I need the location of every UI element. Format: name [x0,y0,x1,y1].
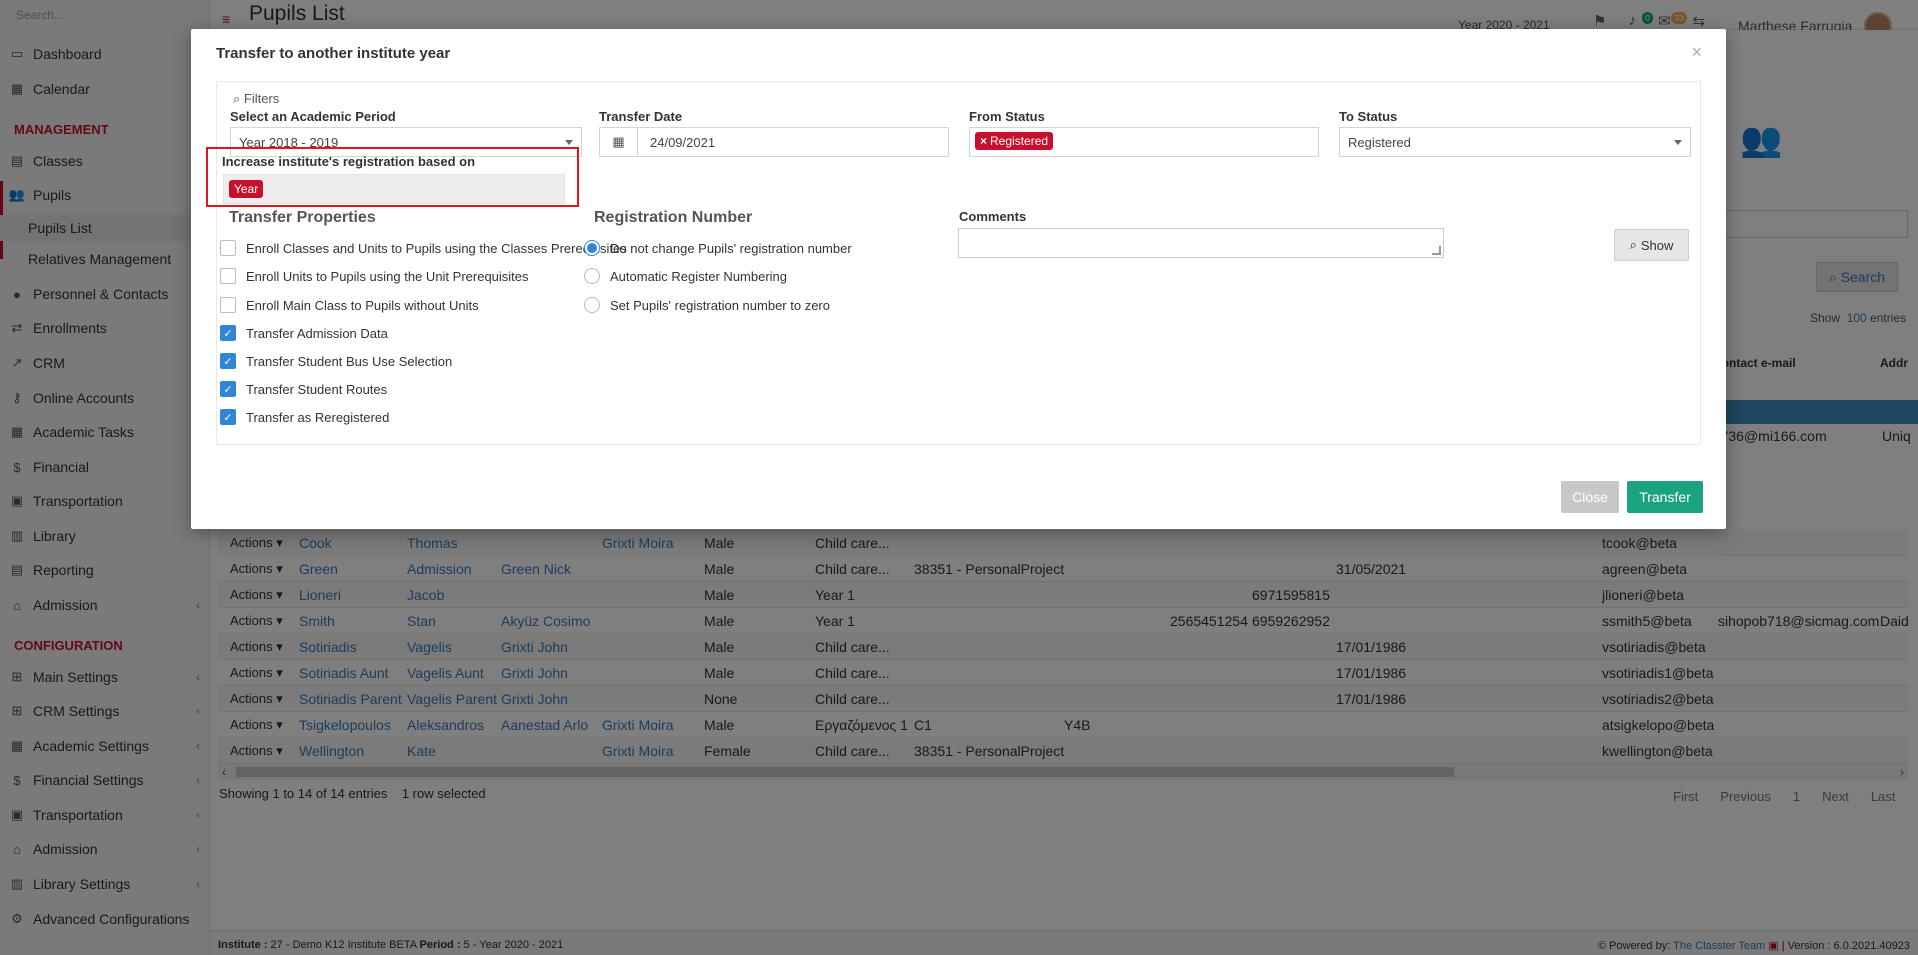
academic-period-label: Select an Academic Period [230,109,396,124]
comments-textarea[interactable] [958,228,1444,258]
radio-button[interactable] [584,240,600,256]
checkbox[interactable] [220,240,236,256]
show-button[interactable]: ⌕ Show [1614,229,1689,261]
radio-do-not-change[interactable]: Do not change Pupils' registration numbe… [584,240,852,256]
increase-registration-tag[interactable]: Year [229,180,264,198]
comments-label: Comments [959,209,1027,224]
filters-panel: ⌕ Filters Select an Academic Period Year… [216,81,1701,445]
remove-tag-icon[interactable]: × [980,134,987,148]
checkbox-transfer-admission[interactable]: ✓ Transfer Admission Data [220,325,388,341]
checkbox-transfer-reregistered[interactable]: ✓ Transfer as Reregistered [220,409,389,425]
checkbox-enroll-classes-units[interactable]: Enroll Classes and Units to Pupils using… [220,240,627,256]
from-status-tag[interactable]: × Registered [975,132,1054,150]
radio-set-zero[interactable]: Set Pupils' registration number to zero [584,297,830,313]
caret-down-icon [565,140,573,145]
radio-button[interactable] [584,297,600,313]
filters-legend: ⌕ Filters [233,91,280,106]
resize-handle[interactable] [1432,246,1441,255]
modal-title: Transfer to another institute year [216,45,451,62]
increase-registration-highlight: Increase institute's registration based … [206,147,579,207]
increase-registration-select[interactable]: Year [223,174,565,204]
search-icon: ⌕ [233,91,241,106]
checkbox-transfer-bus-use[interactable]: ✓ Transfer Student Bus Use Selection [220,353,452,369]
search-icon: ⌕ [1629,237,1637,252]
transfer-modal: Transfer to another institute year × ⌕ F… [191,29,1726,529]
checkmark-icon[interactable]: ✓ [220,381,236,397]
checkmark-icon[interactable]: ✓ [220,353,236,369]
registration-number-title: Registration Number [594,209,753,226]
checkbox-enroll-units[interactable]: Enroll Units to Pupils using the Unit Pr… [220,268,529,284]
close-button[interactable]: Close [1561,481,1619,513]
transfer-date-label: Transfer Date [599,109,683,124]
checkmark-icon[interactable]: ✓ [220,325,236,341]
from-status-label: From Status [969,109,1045,124]
transfer-date-input[interactable]: ▦ 24/09/2021 [599,127,949,157]
from-status-select[interactable]: × Registered [969,127,1319,157]
close-icon[interactable]: × [1691,43,1702,61]
checkbox-enroll-main-class[interactable]: Enroll Main Class to Pupils without Unit… [220,297,479,313]
caret-down-icon [1674,140,1682,145]
checkbox[interactable] [220,268,236,284]
increase-registration-label: Increase institute's registration based … [222,154,476,169]
to-status-label: To Status [1339,109,1398,124]
radio-button[interactable] [584,268,600,284]
calendar-icon[interactable]: ▦ [600,128,638,156]
checkmark-icon[interactable]: ✓ [220,409,236,425]
checkbox-transfer-routes[interactable]: ✓ Transfer Student Routes [220,381,387,397]
transfer-button[interactable]: Transfer [1627,481,1703,513]
to-status-select[interactable]: Registered [1339,127,1691,157]
checkbox[interactable] [220,297,236,313]
transfer-properties-title: Transfer Properties [229,209,376,226]
radio-automatic-numbering[interactable]: Automatic Register Numbering [584,268,787,284]
